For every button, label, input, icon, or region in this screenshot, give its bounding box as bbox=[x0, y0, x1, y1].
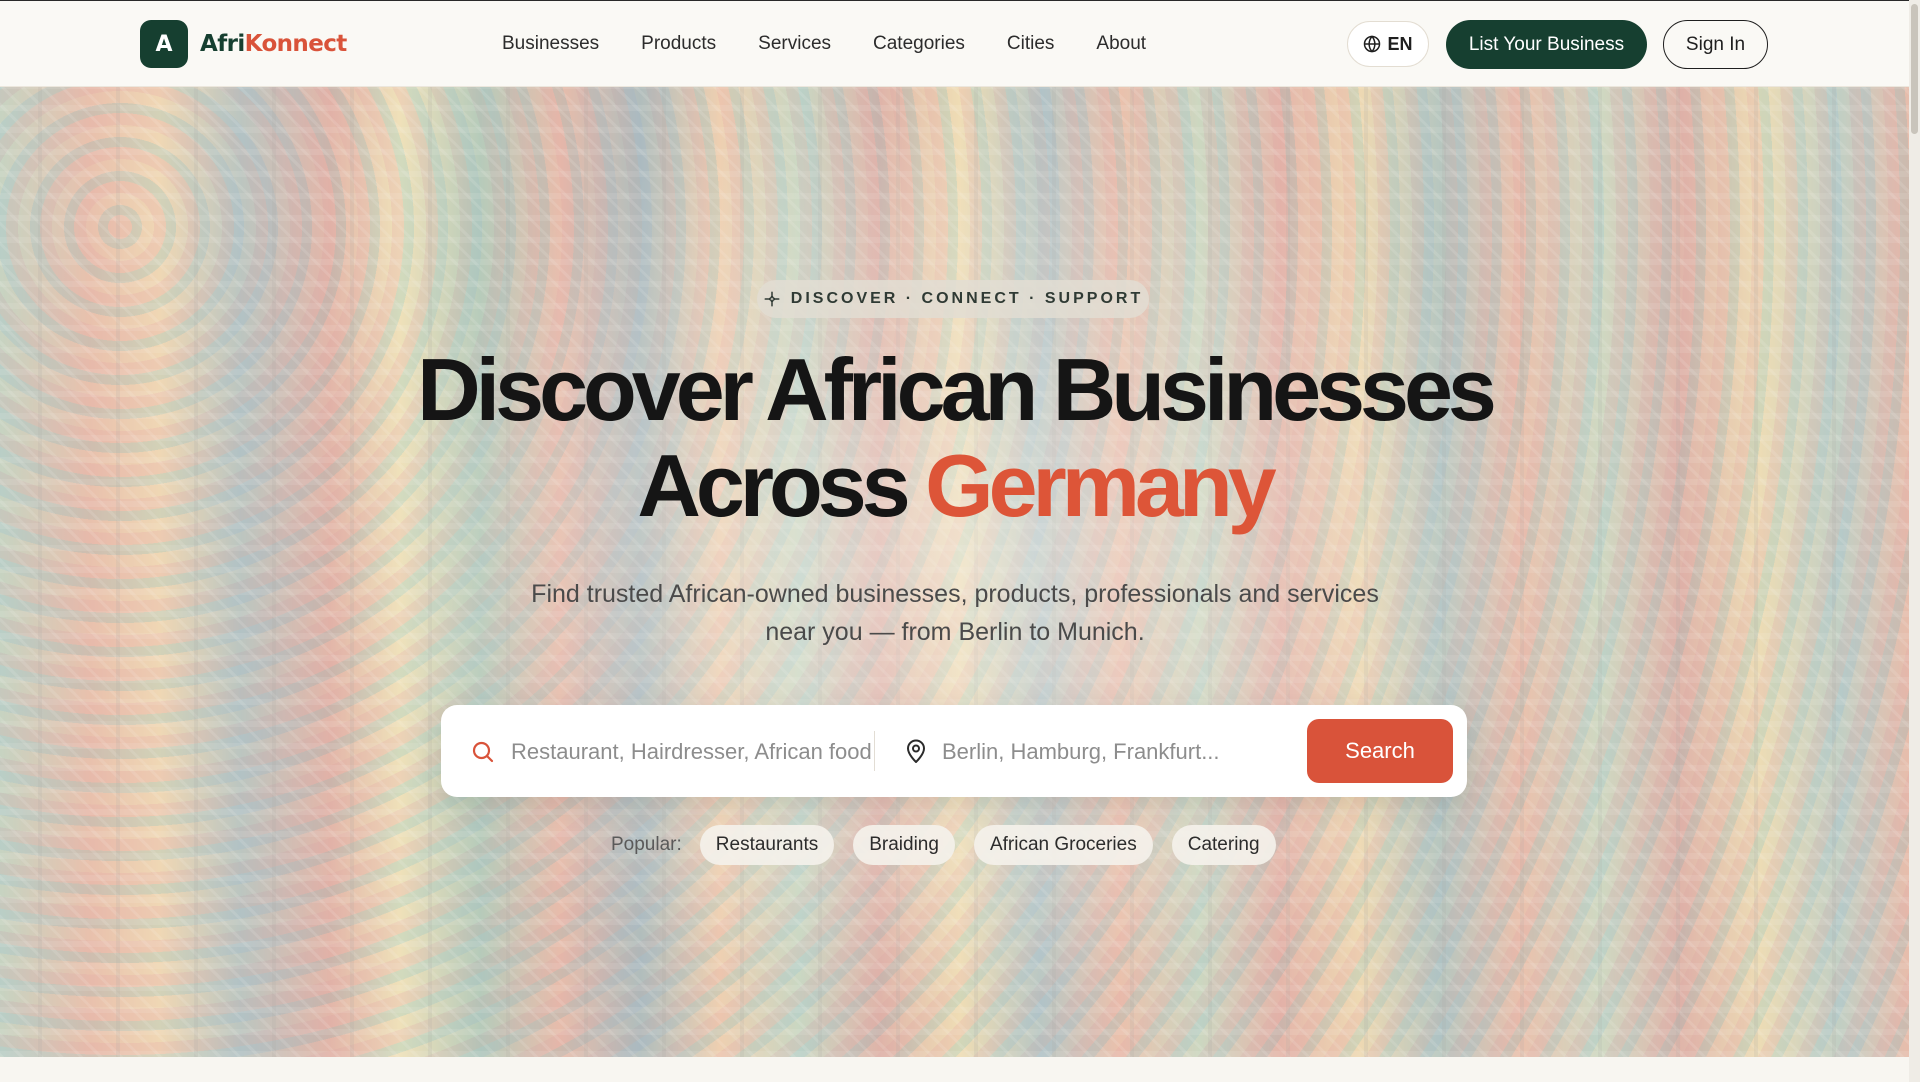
hero-center-glow bbox=[0, 87, 1909, 1057]
popular-chip-african-groceries[interactable]: African Groceries bbox=[973, 825, 1153, 865]
nav-link-products[interactable]: Products bbox=[641, 31, 716, 57]
page-scrollbar[interactable] bbox=[1909, 0, 1920, 1082]
hero-section: DISCOVER · CONNECT · SUPPORT Discover Af… bbox=[0, 87, 1909, 1057]
logo-mark: A bbox=[140, 20, 188, 68]
search-button[interactable]: Search bbox=[1307, 719, 1453, 783]
search-query-input[interactable] bbox=[509, 727, 873, 777]
search-bar: Search bbox=[441, 705, 1467, 797]
popular-label: Popular: bbox=[611, 834, 682, 855]
next-section-edge bbox=[0, 1057, 1909, 1082]
popular-searches: Popular: Restaurants Braiding African Gr… bbox=[611, 825, 1276, 865]
logo-wordmark: AfriKonnect bbox=[200, 31, 347, 57]
site-header: A AfriKonnect Businesses Products Servic… bbox=[0, 0, 1920, 87]
sparkle-icon bbox=[764, 291, 780, 307]
hero-tagline-text: DISCOVER · CONNECT · SUPPORT bbox=[790, 290, 1144, 307]
popular-chip-braiding[interactable]: Braiding bbox=[853, 825, 955, 865]
hero-headline-across: Across bbox=[637, 436, 910, 535]
logo-wordmark-afri: Afri bbox=[200, 31, 245, 57]
hero-subtitle-line1: Find trusted African-owned businesses, p… bbox=[531, 580, 1379, 608]
nav-link-categories[interactable]: Categories bbox=[873, 31, 965, 57]
hero-subtitle: Find trusted African-owned businesses, p… bbox=[460, 575, 1450, 651]
scrollbar-thumb[interactable] bbox=[1911, 4, 1918, 134]
globe-icon bbox=[1364, 35, 1381, 53]
language-switcher[interactable]: EN bbox=[1347, 21, 1429, 67]
list-your-business-button[interactable]: List Your Business bbox=[1446, 20, 1647, 69]
sign-in-button[interactable]: Sign In bbox=[1663, 20, 1768, 69]
hero-headline: Discover African Businesses Across Germa… bbox=[0, 342, 1909, 534]
hero-headline-line2: Across Germany bbox=[0, 438, 1909, 534]
main-nav: Businesses Products Services Categories … bbox=[502, 31, 1146, 57]
language-code: EN bbox=[1387, 33, 1413, 54]
map-pin-icon bbox=[907, 739, 925, 763]
popular-chip-catering[interactable]: Catering bbox=[1171, 825, 1276, 865]
brand-logo[interactable]: A AfriKonnect bbox=[140, 20, 347, 68]
nav-link-about[interactable]: About bbox=[1096, 31, 1146, 57]
search-location-input[interactable] bbox=[940, 727, 1274, 777]
hero-tagline-pill: DISCOVER · CONNECT · SUPPORT bbox=[757, 280, 1149, 318]
nav-link-services[interactable]: Services bbox=[758, 31, 831, 57]
logo-wordmark-konnect: Konnect bbox=[244, 31, 348, 57]
search-divider bbox=[874, 731, 875, 771]
hero-headline-germany: Germany bbox=[925, 436, 1277, 535]
hero-subtitle-line2: near you — from Berlin to Munich. bbox=[765, 618, 1145, 646]
popular-chip-restaurants[interactable]: Restaurants bbox=[699, 825, 835, 865]
nav-link-businesses[interactable]: Businesses bbox=[502, 31, 599, 57]
hero-headline-line1: Discover African Businesses bbox=[417, 340, 1497, 439]
search-icon bbox=[472, 741, 494, 763]
nav-link-cities[interactable]: Cities bbox=[1007, 31, 1055, 57]
